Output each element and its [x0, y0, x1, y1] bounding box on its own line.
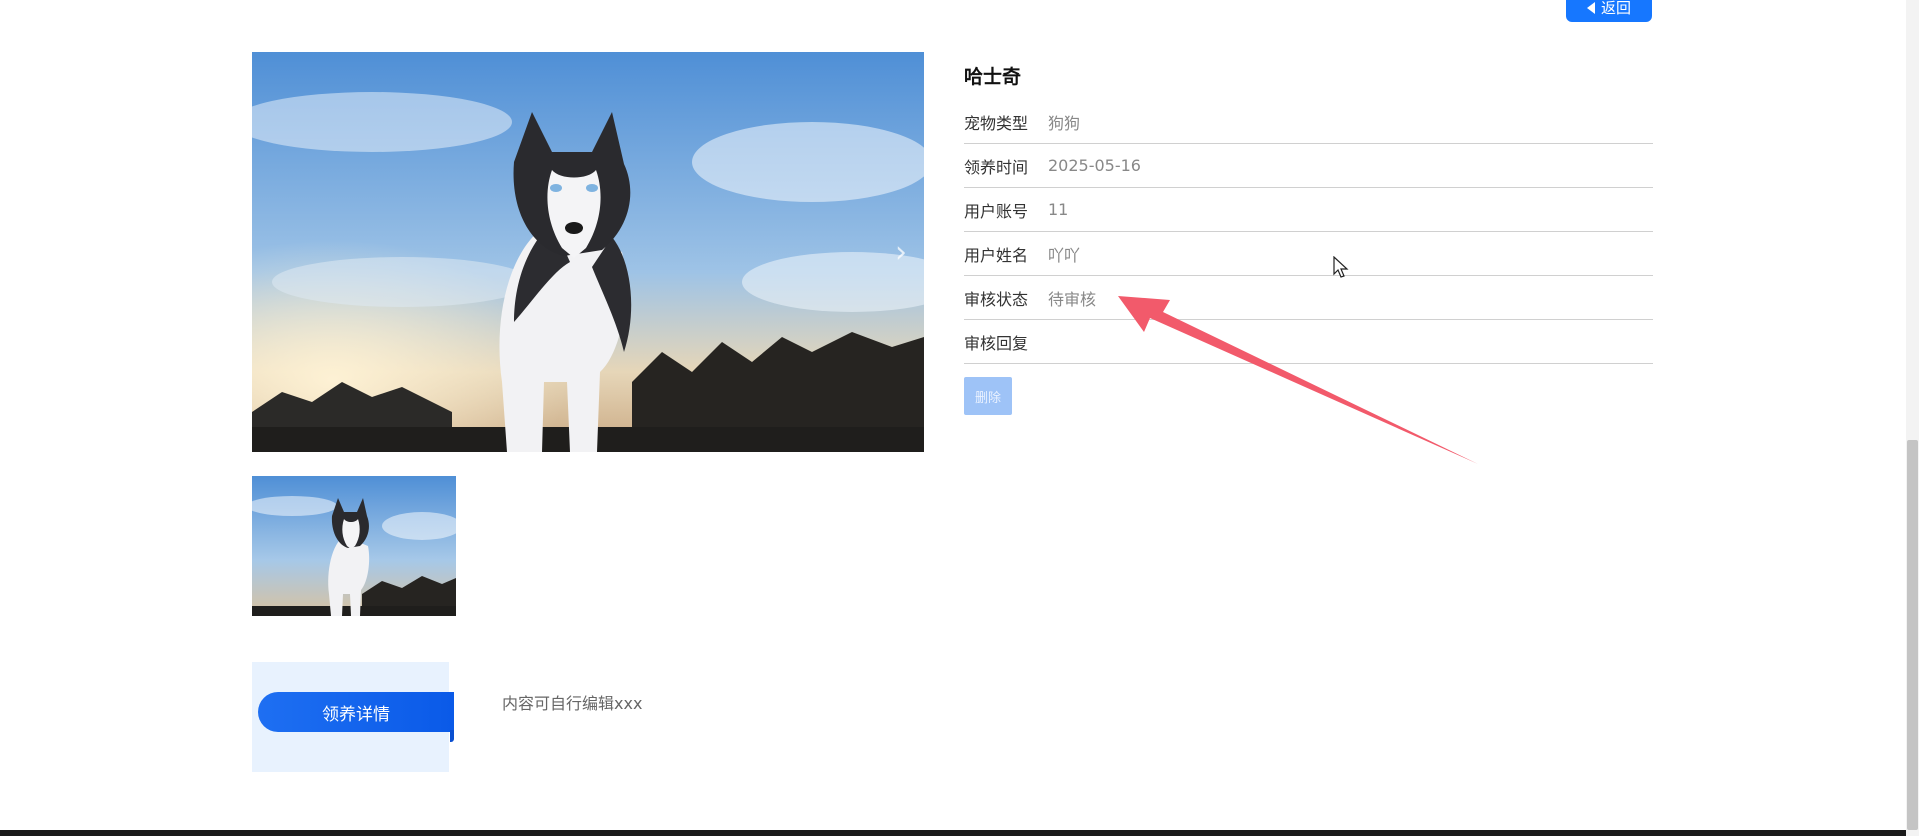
info-value: 狗狗 [1048, 113, 1081, 133]
info-row-pet-type: 宠物类型 狗狗 [964, 100, 1653, 144]
info-label: 用户姓名 [964, 245, 1029, 265]
detail-content: 内容可自行编辑xxx [502, 694, 643, 713]
pet-name: 哈士奇 [964, 66, 1022, 88]
pet-info-list: 宠物类型 狗狗 领养时间 2025-05-16 用户账号 11 用户姓名 吖吖 … [964, 100, 1653, 364]
info-row-review-status: 审核状态 待审核 [964, 276, 1653, 320]
back-button[interactable]: 返回 [1566, 0, 1652, 22]
husky-thumbnail [252, 476, 456, 616]
info-value: 2025-05-16 [1048, 156, 1141, 175]
info-label: 用户账号 [964, 201, 1029, 221]
info-label: 审核回复 [964, 333, 1029, 353]
info-label: 领养时间 [964, 157, 1029, 177]
pet-main-image [252, 52, 924, 452]
info-label: 宠物类型 [964, 113, 1029, 133]
info-row-user-account: 用户账号 11 [964, 188, 1653, 232]
info-row-adopt-date: 领养时间 2025-05-16 [964, 144, 1653, 188]
scrollbar-thumb[interactable] [1907, 440, 1918, 830]
info-label: 审核状态 [964, 289, 1029, 309]
info-row-review-reply: 审核回复 [964, 320, 1653, 364]
carousel-next-icon[interactable]: › [886, 238, 916, 268]
tab-adoption-detail[interactable]: 领养详情 [258, 692, 454, 742]
delete-button[interactable]: 删除 [964, 377, 1012, 415]
info-value: 吖吖 [1048, 245, 1081, 265]
info-row-user-name: 用户姓名 吖吖 [964, 232, 1653, 276]
husky-photo [252, 52, 924, 452]
back-button-label: 返回 [1600, 0, 1631, 17]
info-value: 11 [1048, 200, 1069, 219]
caret-left-icon [1586, 2, 1595, 14]
pet-thumbnail[interactable] [252, 476, 456, 616]
footer-bar [0, 830, 1906, 836]
review-status-value: 待审核 [1048, 289, 1097, 309]
mouse-pointer-icon [1333, 256, 1349, 278]
